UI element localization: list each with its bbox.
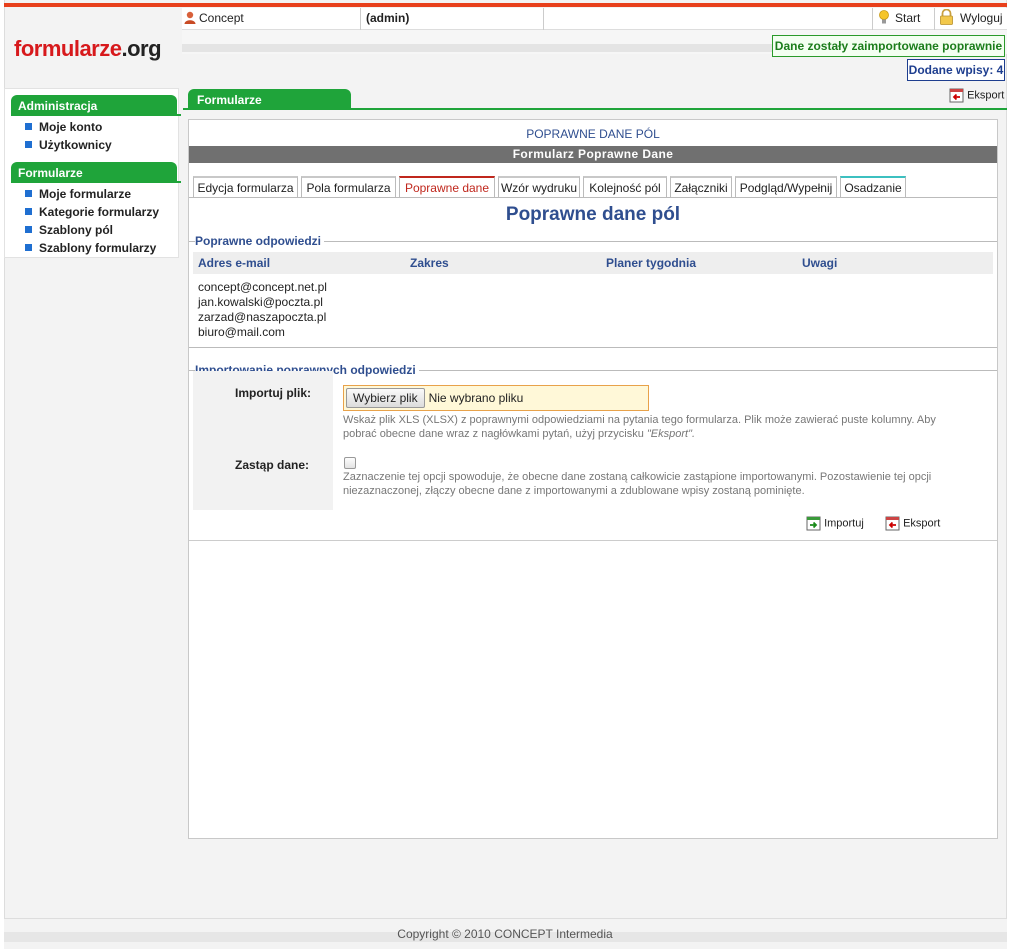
tab-poprawne-dane[interactable]: Poprawne dane: [399, 176, 495, 198]
sidebar-item-moje-formularze[interactable]: Moje formularze: [25, 187, 131, 201]
tab-formularze[interactable]: Formularze: [188, 89, 351, 110]
export-button[interactable]: Eksport: [885, 516, 940, 531]
bullet-icon: [25, 208, 32, 215]
tab-zalaczniki[interactable]: Załączniki: [670, 176, 732, 198]
sidebar-header-formularze: Formularze: [11, 162, 177, 182]
tab-wzor-wydruku[interactable]: Wzór wydruku: [498, 176, 580, 198]
separator: [543, 8, 544, 30]
list-item: biuro@mail.com: [198, 325, 285, 339]
sidebar-item-label: Szablony formularzy: [39, 241, 157, 255]
success-message: Dane zostały zaimportowane poprawnie: [772, 35, 1005, 57]
sidebar-item-kategorie[interactable]: Kategorie formularzy: [25, 205, 159, 219]
sidebar-item-label: Użytkownicy: [39, 138, 112, 152]
import-file-label: Importuj plik:: [235, 386, 311, 400]
logo-part2: .org: [121, 36, 162, 61]
column-header: Adres e-mail: [198, 256, 271, 270]
sidebar-item-szablony-pol[interactable]: Szablony pól: [25, 223, 113, 237]
bar-stripe: [182, 44, 772, 52]
lightbulb-icon: [879, 10, 889, 31]
export-button-label: Eksport: [903, 517, 941, 530]
answers-legend: Poprawne odpowiedzi: [195, 234, 325, 248]
main-panel: POPRAWNE DANE PÓL Formularz Poprawne Dan…: [188, 119, 998, 839]
tabs-baseline: [189, 197, 997, 198]
sidebar-header-line: [11, 181, 181, 183]
replace-label: Zastąp dane:: [235, 458, 310, 472]
sidebar-item-label: Szablony pól: [39, 223, 114, 237]
user-bar: Concept (admin) Start Wyloguj: [182, 8, 1007, 30]
sidebar-header-administracja: Administracja: [11, 95, 177, 115]
bullet-icon: [25, 226, 32, 233]
email-list: concept@concept.net.pl jan.kowalski@pocz…: [198, 280, 327, 340]
sidebar-item-label: Moje formularze: [39, 187, 132, 201]
user-role: (admin): [366, 11, 410, 25]
separator: [360, 8, 361, 30]
sidebar-item-moje-konto[interactable]: Moje konto: [25, 120, 102, 134]
file-status: Nie wybrano pliku: [428, 391, 524, 405]
list-item: concept@concept.net.pl: [198, 280, 327, 294]
sidebar-item-label: Kategorie formularzy: [39, 205, 160, 219]
replace-hint: Zaznaczenie tej opcji spowoduje, że obec…: [343, 470, 953, 498]
import-icon: [806, 516, 821, 531]
copyright: Copyright © 2010 CONCEPT Intermedia: [397, 927, 613, 941]
file-hint-line2a: pobrać obecne dane wraz z nagłówkami pyt…: [343, 428, 647, 440]
sidebar-item-szablony-formularzy[interactable]: Szablony formularzy: [25, 241, 156, 255]
export-icon: [885, 516, 900, 531]
panel-bar: Formularz Poprawne Dane: [189, 146, 997, 163]
choose-file-button[interactable]: Wybierz plik: [346, 388, 425, 408]
bullet-icon: [25, 244, 32, 251]
bullet-icon: [25, 123, 32, 130]
file-hint-line2b: "Eksport".: [646, 428, 696, 440]
column-header: Zakres: [410, 256, 449, 270]
export-icon: [949, 88, 964, 103]
sidebar-item-uzytkownicy[interactable]: Użytkownicy: [25, 138, 112, 152]
file-hint-line2: pobrać obecne dane wraz z nagłówkami pyt…: [343, 427, 953, 441]
import-label: Importuj: [824, 517, 864, 530]
tab-edycja-formularza[interactable]: Edycja formularza: [193, 176, 298, 198]
answers-table-header: Adres e-mail Zakres Planer tygodnia Uwag…: [193, 252, 993, 274]
column-header: Uwagi: [802, 256, 838, 270]
separator: [872, 8, 873, 30]
count-message: Dodane wpisy: 4: [907, 59, 1005, 81]
list-item: jan.kowalski@poczta.pl: [198, 295, 323, 309]
bullet-icon: [25, 190, 32, 197]
logo-part1: formularze: [14, 36, 122, 61]
file-input[interactable]: Wybierz plik Nie wybrano pliku: [343, 385, 649, 411]
user-info: Concept: [184, 8, 244, 30]
start-link[interactable]: Start: [879, 8, 920, 30]
file-hint-line1: Wskaż plik XLS (XLSX) z poprawnymi odpow…: [343, 414, 936, 426]
section-end-line: [189, 540, 997, 541]
logout-link[interactable]: Wyloguj: [939, 8, 1003, 30]
logout-label: Wyloguj: [960, 11, 1003, 25]
file-hint: Wskaż plik XLS (XLSX) z poprawnymi odpow…: [343, 413, 953, 441]
user-icon: [184, 10, 196, 30]
replace-hint-line1: Zaznaczenie tej opcji spowoduje, że obec…: [343, 471, 932, 483]
import-button[interactable]: Importuj: [806, 516, 864, 531]
site-logo[interactable]: formularze.org: [14, 36, 162, 62]
sidebar-header-line: [11, 114, 181, 116]
tab-pola-formularza[interactable]: Pola formularza: [301, 176, 396, 198]
start-label: Start: [895, 11, 921, 25]
top-accent-line: [4, 3, 1007, 7]
footer-line: [4, 918, 1007, 919]
tab-underline: [183, 108, 1007, 110]
tab-kolejnosc-pol[interactable]: Kolejność pól: [583, 176, 667, 198]
replace-checkbox[interactable]: [344, 457, 356, 469]
user-name: Concept: [199, 11, 244, 25]
sidebar-item-label: Moje konto: [39, 120, 103, 134]
column-header: Planer tygodnia: [606, 256, 697, 270]
sidebar: Administracja Moje konto Użytkownicy For…: [4, 88, 181, 258]
tab-osadzanie[interactable]: Osadzanie: [840, 176, 906, 198]
lock-icon: [939, 8, 954, 31]
panel-title: POPRAWNE DANE PÓL: [526, 127, 660, 141]
tab-podglad-wypelnij[interactable]: Podgląd/Wypełnij: [735, 176, 837, 198]
bullet-icon: [25, 141, 32, 148]
replace-hint-line2: niezaznaczonej, złączy obecne dane z imp…: [343, 485, 805, 497]
separator: [934, 8, 935, 30]
list-item: zarzad@naszapoczta.pl: [198, 310, 327, 324]
export-label: Eksport: [967, 89, 1005, 102]
page-heading: Poprawne dane pól: [505, 204, 681, 225]
export-link-top[interactable]: Eksport: [949, 88, 1004, 103]
